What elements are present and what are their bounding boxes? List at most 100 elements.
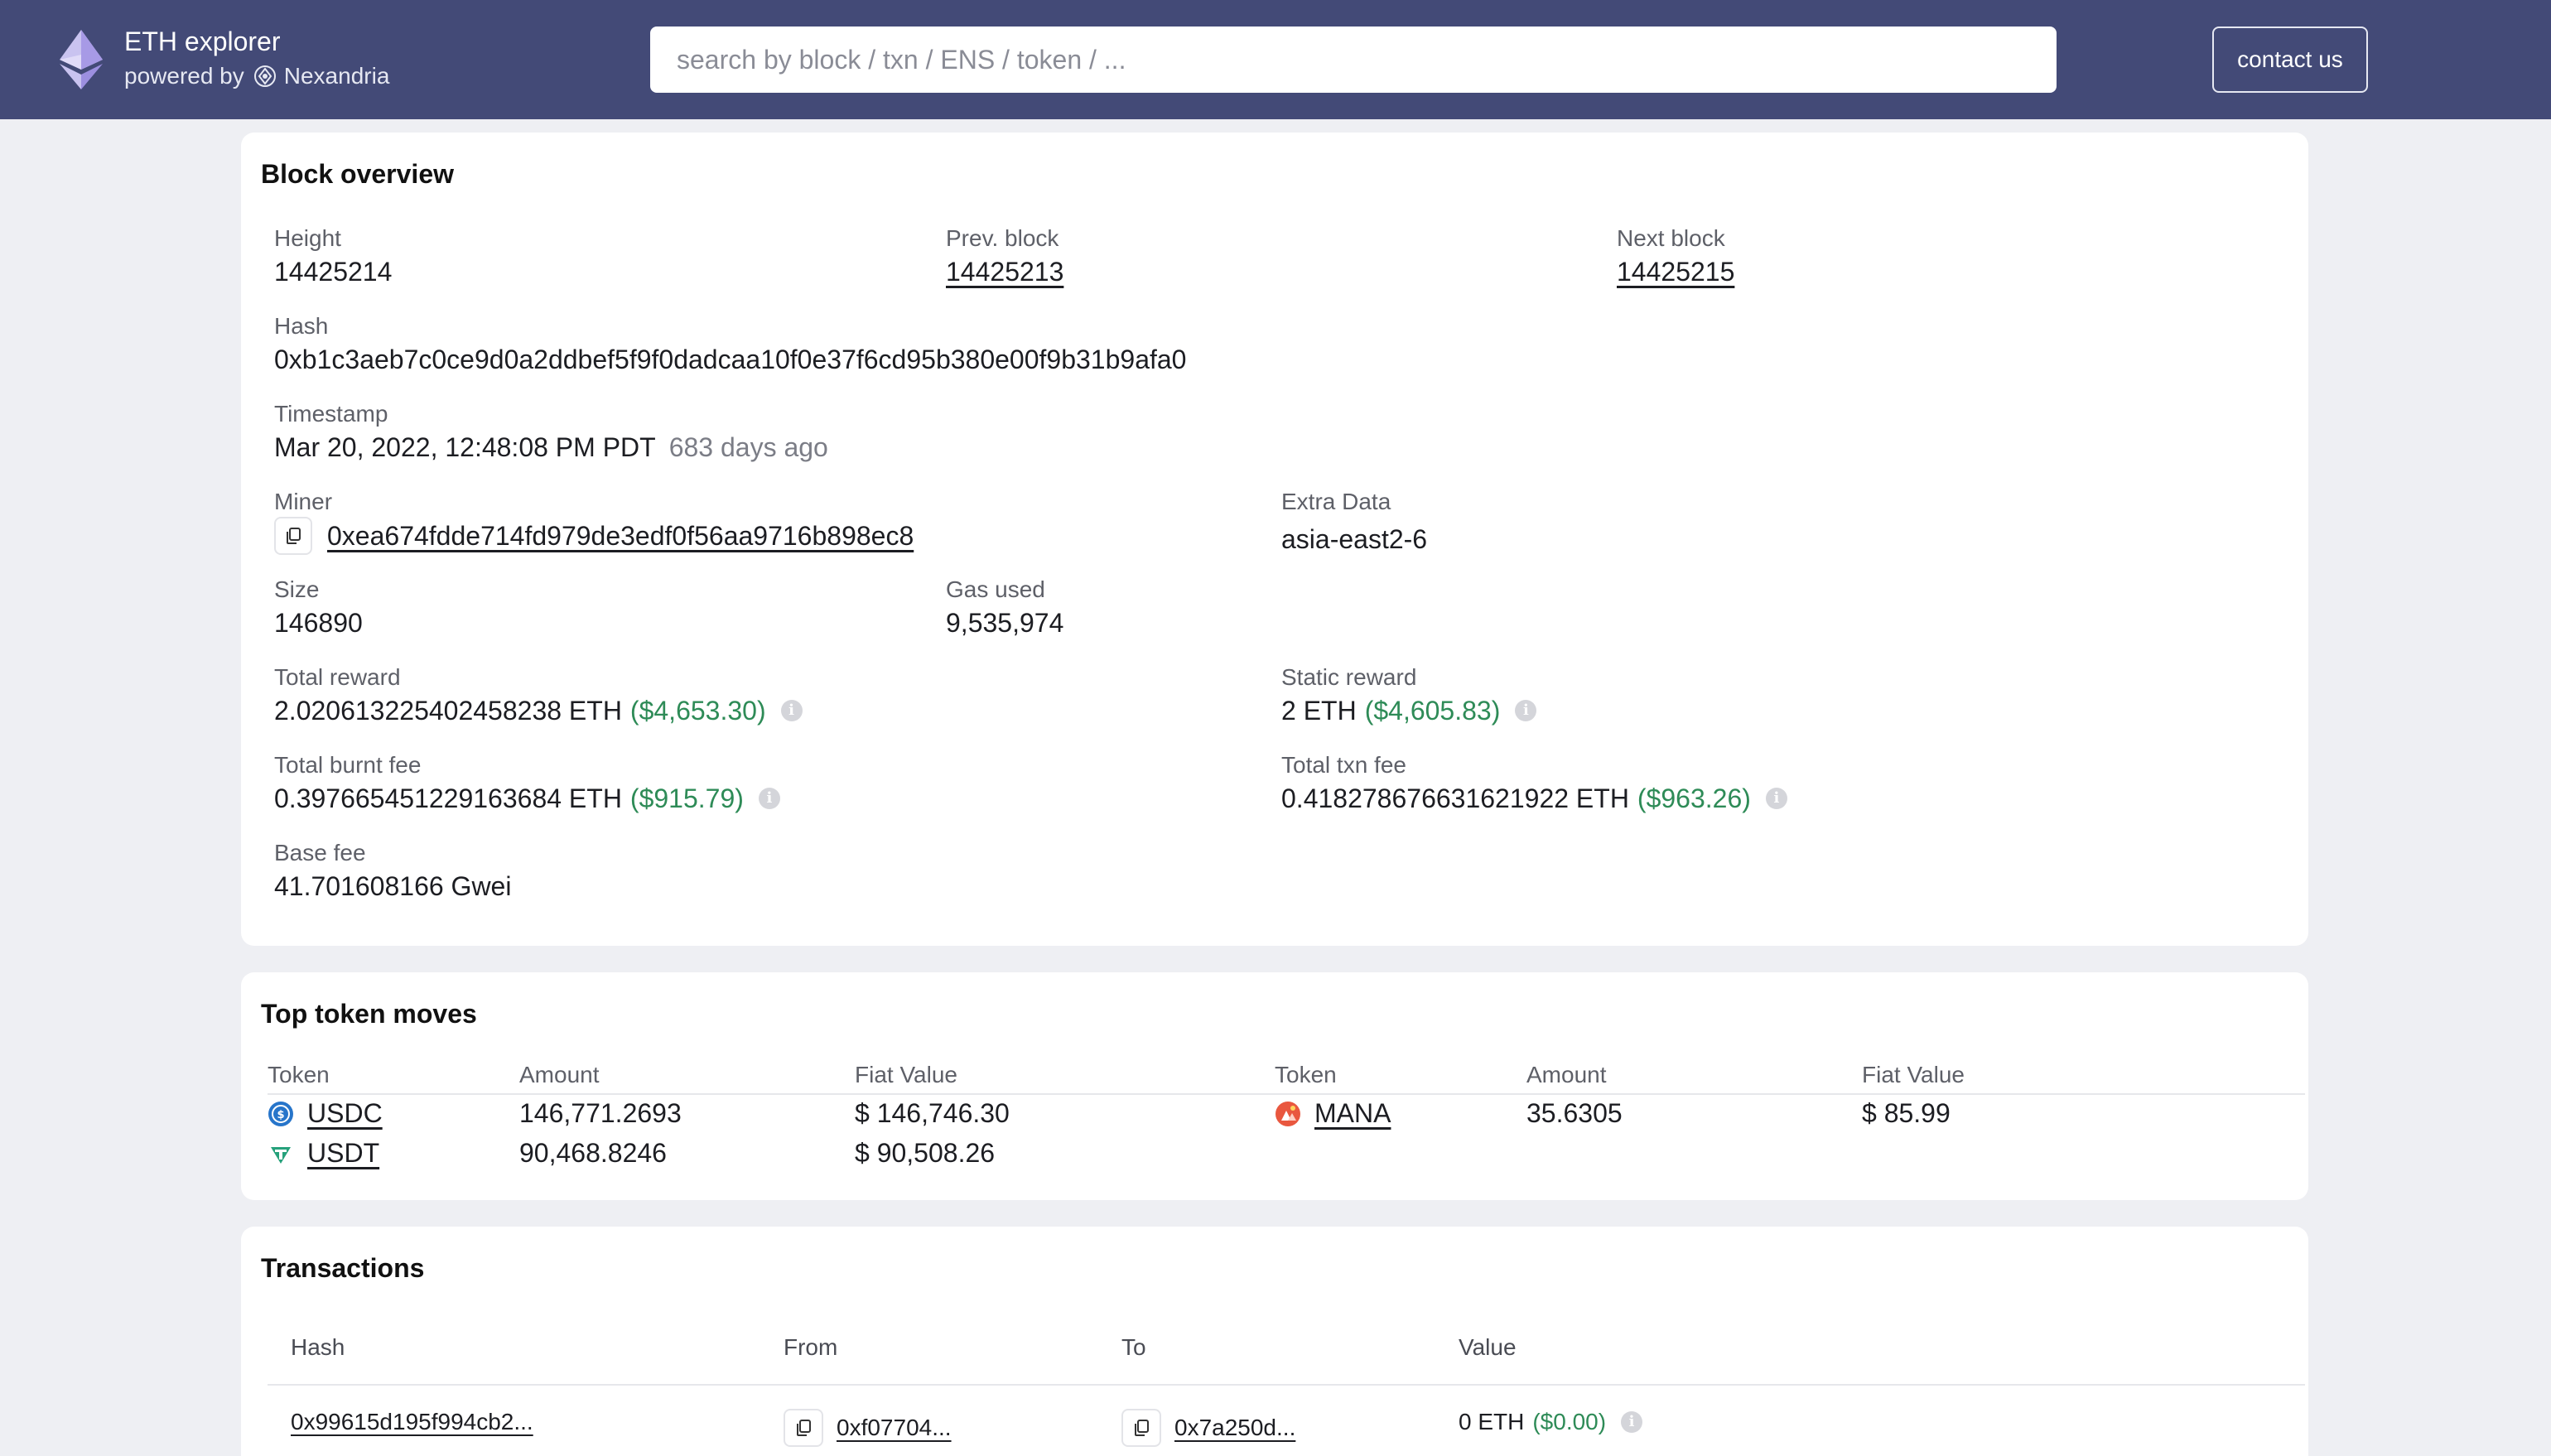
- token-link-usdt[interactable]: USDT: [307, 1138, 379, 1169]
- next-block-field: Next block 14425215: [1617, 224, 1734, 290]
- list-item[interactable]: USDT: [268, 1138, 379, 1169]
- info-icon[interactable]: i: [758, 788, 780, 809]
- miner-label: Miner: [274, 489, 333, 514]
- token-moves-title: Top token moves: [261, 999, 477, 1029]
- burnt-fee-label: Total burnt fee: [274, 752, 422, 778]
- hash-value: 0xb1c3aeb7c0ce9d0a2ddbef5f9f0dadcaa10f0e…: [274, 345, 1187, 374]
- burnt-fee-usd: ($915.79): [629, 783, 744, 813]
- extra-data-label: Extra Data: [1281, 489, 1391, 514]
- contact-us-button[interactable]: contact us: [2212, 27, 2368, 93]
- timestamp-value: Mar 20, 2022, 12:48:08 PM PDT: [274, 432, 656, 462]
- info-icon[interactable]: i: [780, 700, 803, 721]
- txn-fee-usd: ($963.26): [1637, 783, 1751, 813]
- amount-cell: 35.6305: [1526, 1098, 1623, 1128]
- block-overview-card: Block overview Height 14425214 Prev. blo…: [241, 133, 2308, 946]
- ethereum-logo-icon[interactable]: [60, 30, 103, 89]
- powered-by-brand[interactable]: Nexandria: [284, 63, 390, 89]
- tx-from-header: From: [784, 1334, 838, 1360]
- tx-value-header: Value: [1459, 1334, 1517, 1360]
- prev-block-label: Prev. block: [946, 225, 1059, 251]
- token-link-mana[interactable]: MANA: [1314, 1098, 1391, 1129]
- tx-to-link[interactable]: 0x7a250d...: [1174, 1415, 1295, 1441]
- copy-icon: [287, 528, 301, 544]
- block-overview-title: Block overview: [261, 159, 454, 189]
- timestamp-ago: 683 days ago: [668, 432, 828, 462]
- amount-cell: 146,771.2693: [519, 1098, 682, 1128]
- table-row-hash: 0x99615d195f994cb2...: [291, 1409, 533, 1435]
- copy-miner-button[interactable]: [274, 517, 312, 555]
- amount-header: Amount: [1526, 1062, 1607, 1087]
- static-reward-field: Static reward 2 ETH ($4,605.83) i: [1281, 663, 1537, 729]
- powered-by-label: powered by: [124, 63, 244, 89]
- hash-label: Hash: [274, 313, 329, 339]
- next-block-label: Next block: [1617, 225, 1725, 251]
- height-value: 14425214: [274, 257, 393, 287]
- height-field: Height 14425214: [274, 224, 392, 290]
- token-moves-card: Top token moves Token Amount Fiat Value …: [241, 972, 2308, 1200]
- transactions-card: Transactions Hash From To Value 0x99615d…: [241, 1227, 2308, 1456]
- info-icon[interactable]: i: [1765, 788, 1787, 809]
- info-icon[interactable]: i: [1515, 700, 1537, 721]
- tx-from-link[interactable]: 0xf07704...: [837, 1415, 952, 1441]
- amount-header: Amount: [519, 1062, 600, 1087]
- token-link-usdc[interactable]: USDC: [307, 1098, 383, 1129]
- txn-fee-label: Total txn fee: [1281, 752, 1406, 778]
- total-reward-label: Total reward: [274, 664, 401, 690]
- top-header: ETH explorer powered by Nexandria contac…: [0, 0, 2551, 119]
- tx-hash-header: Hash: [291, 1334, 345, 1360]
- gas-used-label: Gas used: [946, 576, 1045, 602]
- prev-block-link[interactable]: 14425213: [946, 253, 1063, 290]
- total-reward-value: 2.020613225402458238 ETH: [274, 696, 622, 726]
- tx-hash-link[interactable]: 0x99615d195f994cb2...: [291, 1409, 533, 1435]
- list-item[interactable]: MANA: [1275, 1098, 1391, 1129]
- fiat-header: Fiat Value: [855, 1062, 957, 1087]
- fiat-cell: $ 146,746.30: [855, 1098, 1010, 1128]
- table-row-to: 0x7a250d...: [1121, 1409, 1295, 1447]
- copy-icon: [797, 1420, 811, 1436]
- static-reward-usd: ($4,605.83): [1364, 696, 1501, 726]
- miner-field: Miner 0xea674fdde714fd979de3edf0f56aa971…: [274, 487, 914, 555]
- search-input[interactable]: [650, 27, 2057, 93]
- copy-to-button[interactable]: [1121, 1409, 1161, 1447]
- mana-icon: [1276, 1101, 1300, 1126]
- usdt-icon: [271, 1146, 291, 1164]
- token-header: Token: [1275, 1062, 1337, 1087]
- gas-used-field: Gas used 9,535,974: [946, 575, 1063, 641]
- usdc-icon: $: [268, 1101, 293, 1126]
- extra-data-value: asia-east2-6: [1281, 524, 1428, 554]
- base-fee-label: Base fee: [274, 840, 366, 865]
- info-icon[interactable]: i: [1621, 1411, 1643, 1433]
- token-header: Token: [268, 1062, 330, 1087]
- list-item[interactable]: $ USDC: [268, 1098, 383, 1129]
- base-fee-value: 41.701608166 Gwei: [274, 871, 512, 901]
- table-row-value: 0 ETH ($0.00) i: [1459, 1409, 1643, 1435]
- total-reward-usd: ($4,653.30): [629, 696, 766, 726]
- gas-used-value: 9,535,974: [946, 608, 1064, 638]
- table-row-from: 0xf07704...: [784, 1409, 952, 1447]
- size-value: 146890: [274, 608, 363, 638]
- static-reward-value: 2 ETH: [1281, 696, 1357, 726]
- base-fee-field: Base fee 41.701608166 Gwei: [274, 838, 511, 904]
- size-field: Size 146890: [274, 575, 363, 641]
- static-reward-label: Static reward: [1281, 664, 1417, 690]
- miner-address-link[interactable]: 0xea674fdde714fd979de3edf0f56aa9716b898e…: [327, 518, 914, 554]
- timestamp-field: Timestamp Mar 20, 2022, 12:48:08 PM PDT …: [274, 399, 828, 465]
- tx-value: 0 ETH: [1459, 1409, 1525, 1434]
- copy-from-button[interactable]: [784, 1409, 823, 1447]
- total-reward-field: Total reward 2.020613225402458238 ETH ($…: [274, 663, 803, 729]
- app-title[interactable]: ETH explorer: [124, 27, 281, 57]
- next-block-link[interactable]: 14425215: [1617, 253, 1734, 290]
- fiat-header: Fiat Value: [1862, 1062, 1965, 1087]
- nexandria-logo-icon: [253, 65, 276, 87]
- burnt-fee-field: Total burnt fee 0.397665451229163684 ETH…: [274, 750, 780, 817]
- size-label: Size: [274, 576, 320, 602]
- tx-header-divider: [268, 1384, 2305, 1386]
- copy-icon: [1135, 1420, 1149, 1436]
- powered-by: powered by Nexandria: [124, 63, 389, 89]
- fiat-cell: $ 85.99: [1862, 1098, 1951, 1128]
- tx-value-usd: ($0.00): [1532, 1409, 1607, 1434]
- timestamp-label: Timestamp: [274, 401, 388, 427]
- header-divider: [268, 1093, 2305, 1095]
- txn-fee-value: 0.418278676631621922 ETH: [1281, 783, 1629, 813]
- tx-to-header: To: [1121, 1334, 1146, 1360]
